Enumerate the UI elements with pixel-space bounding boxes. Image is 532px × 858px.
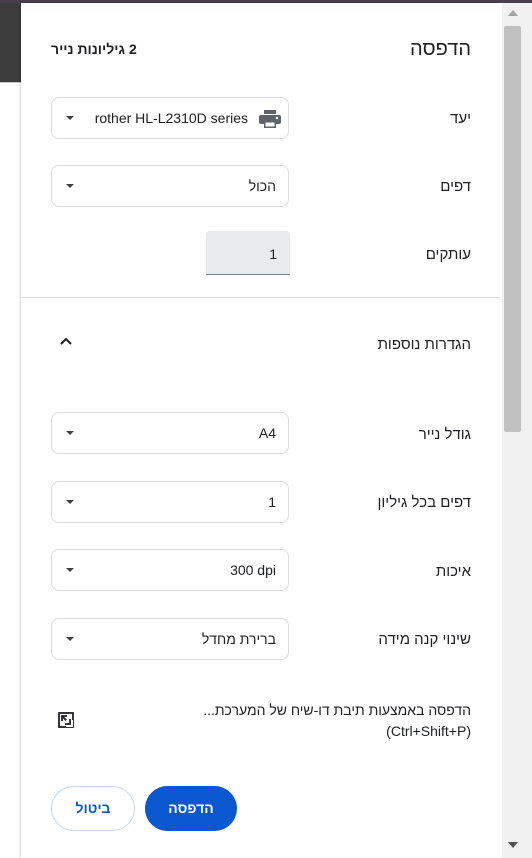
chevron-up-icon[interactable] — [59, 336, 73, 346]
chevron-down-icon — [66, 431, 74, 435]
scrollbar-thumb[interactable] — [504, 26, 521, 432]
quality-value: 300 dpi — [230, 562, 276, 578]
copies-value: 1 — [269, 246, 277, 262]
system-dialog-shortcut: (Ctrl+Shift+P) — [386, 723, 471, 739]
background-divider — [0, 82, 21, 83]
more-settings-label[interactable]: הגדרות נוספות — [378, 336, 471, 353]
open-external-icon[interactable] — [57, 711, 75, 729]
pages-label: דפים — [440, 178, 471, 195]
background-page-header — [0, 3, 21, 82]
chevron-down-icon — [66, 568, 74, 572]
copies-input[interactable]: 1 — [206, 231, 290, 275]
quality-label: איכות — [435, 563, 471, 580]
section-divider — [21, 297, 500, 298]
chevron-down-icon — [66, 184, 74, 188]
print-button[interactable]: הדפסה — [145, 786, 237, 831]
chevron-down-icon — [66, 116, 74, 120]
system-dialog-text: הדפסה באמצעות תיבת דו-שיח של המערכת... — [203, 702, 471, 718]
system-dialog-link[interactable]: הדפסה באמצעות תיבת דו-שיח של המערכת... (… — [141, 700, 471, 742]
pages-per-sheet-value: 1 — [268, 494, 276, 510]
quality-select[interactable]: 300 dpi — [51, 549, 289, 591]
scale-value: ברירת מחדל — [201, 631, 276, 647]
pages-value: הכול — [248, 178, 276, 194]
pages-select[interactable]: הכול — [51, 165, 289, 207]
paper-size-label: גודל נייר — [418, 426, 471, 443]
chevron-down-icon — [66, 500, 74, 504]
cancel-button[interactable]: ביטול — [51, 786, 135, 831]
printer-icon — [259, 110, 281, 128]
paper-size-select[interactable]: A4 — [51, 412, 289, 454]
destination-select[interactable]: rother HL-L2310D series — [51, 97, 289, 139]
pages-per-sheet-select[interactable]: 1 — [51, 481, 289, 523]
copies-label: עותקים — [425, 246, 471, 263]
scroll-up-arrow-icon[interactable] — [508, 10, 518, 16]
scale-select[interactable]: ברירת מחדל — [51, 618, 289, 660]
chevron-down-icon — [66, 637, 74, 641]
scroll-down-arrow-icon[interactable] — [508, 842, 518, 848]
background-page — [0, 3, 21, 858]
pages-per-sheet-label: דפים בכל גיליון — [377, 494, 472, 511]
sheet-count: 2 גיליונות נייר — [51, 41, 137, 57]
destination-value: rother HL-L2310D series — [94, 110, 248, 126]
destination-label: יעד — [450, 110, 471, 127]
scale-label: שינוי קנה מידה — [378, 631, 471, 648]
paper-size-value: A4 — [258, 425, 276, 441]
page-title: הדפסה — [410, 38, 471, 60]
